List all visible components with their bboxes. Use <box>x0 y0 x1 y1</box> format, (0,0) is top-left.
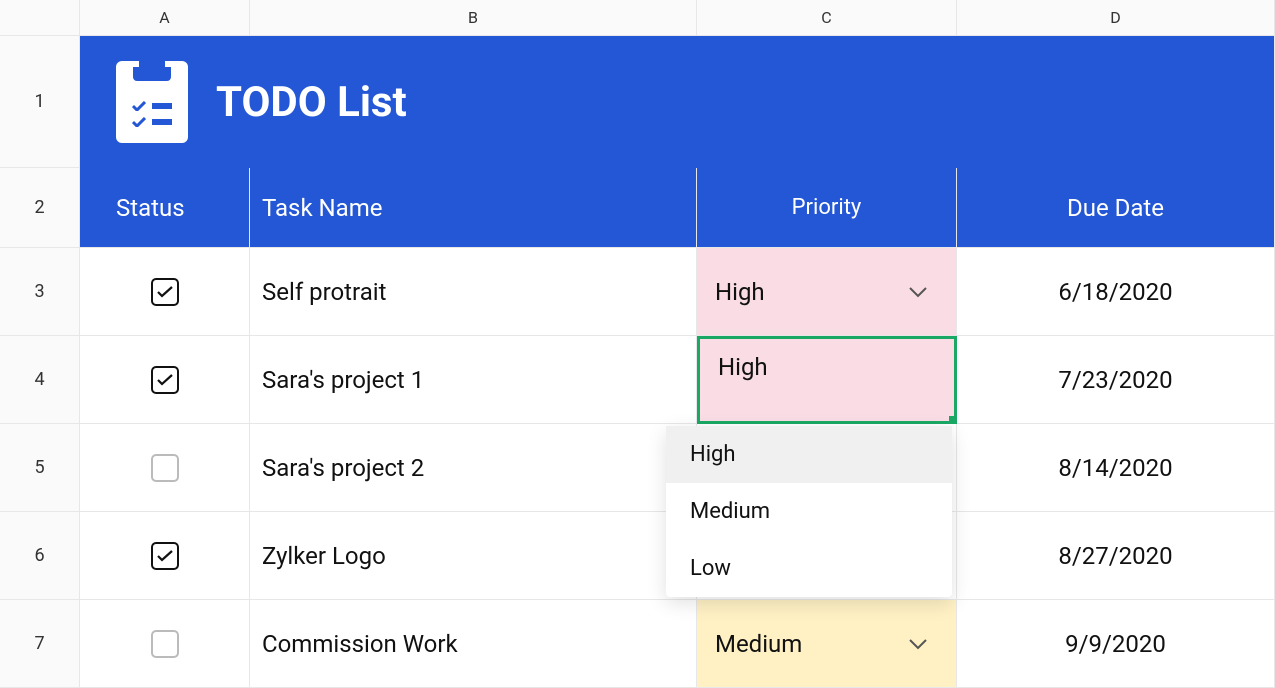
row-header-1[interactable]: 1 <box>0 36 80 168</box>
header-status[interactable]: Status <box>80 168 250 248</box>
task-cell[interactable]: Sara's project 1 <box>250 336 697 424</box>
task-cell[interactable]: Sara's project 2 <box>250 424 697 512</box>
row-header-2[interactable]: 2 <box>0 168 80 248</box>
corner-cell[interactable] <box>0 0 80 36</box>
priority-value: High <box>715 278 765 306</box>
checkbox-checked[interactable] <box>151 278 179 306</box>
check-icon <box>157 550 173 562</box>
due-cell[interactable]: 8/27/2020 <box>957 512 1275 600</box>
dropdown-option-medium[interactable]: Medium <box>666 483 952 540</box>
column-header-c[interactable]: C <box>697 0 957 36</box>
header-due-date[interactable]: Due Date <box>957 168 1275 248</box>
clipboard-icon <box>116 61 188 143</box>
priority-value: Medium <box>715 630 802 658</box>
priority-cell[interactable]: Medium <box>697 600 957 688</box>
dropdown-option-high[interactable]: High <box>666 426 952 483</box>
task-cell[interactable]: Self protrait <box>250 248 697 336</box>
task-cell[interactable]: Zylker Logo <box>250 512 697 600</box>
status-cell[interactable] <box>80 512 250 600</box>
header-priority[interactable]: Priority <box>697 168 957 248</box>
header-task-name[interactable]: Task Name <box>250 168 697 248</box>
priority-cell[interactable]: High <box>697 248 957 336</box>
column-header-d[interactable]: D <box>957 0 1275 36</box>
checkbox-checked[interactable] <box>151 542 179 570</box>
due-cell[interactable]: 6/18/2020 <box>957 248 1275 336</box>
row-header-5[interactable]: 5 <box>0 424 80 512</box>
due-cell[interactable]: 7/23/2020 <box>957 336 1275 424</box>
check-icon <box>157 286 173 298</box>
title-row[interactable]: TODO List <box>80 36 1275 168</box>
status-cell[interactable] <box>80 424 250 512</box>
status-cell[interactable] <box>80 248 250 336</box>
row-header-3[interactable]: 3 <box>0 248 80 336</box>
due-cell[interactable]: 9/9/2020 <box>957 600 1275 688</box>
due-cell[interactable]: 8/14/2020 <box>957 424 1275 512</box>
column-header-b[interactable]: B <box>250 0 697 36</box>
dropdown-option-low[interactable]: Low <box>666 540 952 597</box>
checkbox-unchecked[interactable] <box>151 454 179 482</box>
status-cell[interactable] <box>80 600 250 688</box>
priority-cell-selected[interactable]: High <box>697 336 957 424</box>
chevron-down-icon[interactable] <box>908 638 928 650</box>
chevron-down-icon[interactable] <box>908 286 928 298</box>
page-title: TODO List <box>216 78 407 127</box>
check-icon <box>157 374 173 386</box>
row-header-7[interactable]: 7 <box>0 600 80 688</box>
checkbox-unchecked[interactable] <box>151 630 179 658</box>
spreadsheet-grid: A B C D 1 TODO List 2 Status Task Name P… <box>0 0 1275 688</box>
column-header-a[interactable]: A <box>80 0 250 36</box>
task-cell[interactable]: Commission Work <box>250 600 697 688</box>
row-header-4[interactable]: 4 <box>0 336 80 424</box>
checkbox-checked[interactable] <box>151 366 179 394</box>
priority-dropdown[interactable]: High Medium Low <box>666 426 952 597</box>
row-header-6[interactable]: 6 <box>0 512 80 600</box>
status-cell[interactable] <box>80 336 250 424</box>
priority-value: High <box>718 353 768 381</box>
